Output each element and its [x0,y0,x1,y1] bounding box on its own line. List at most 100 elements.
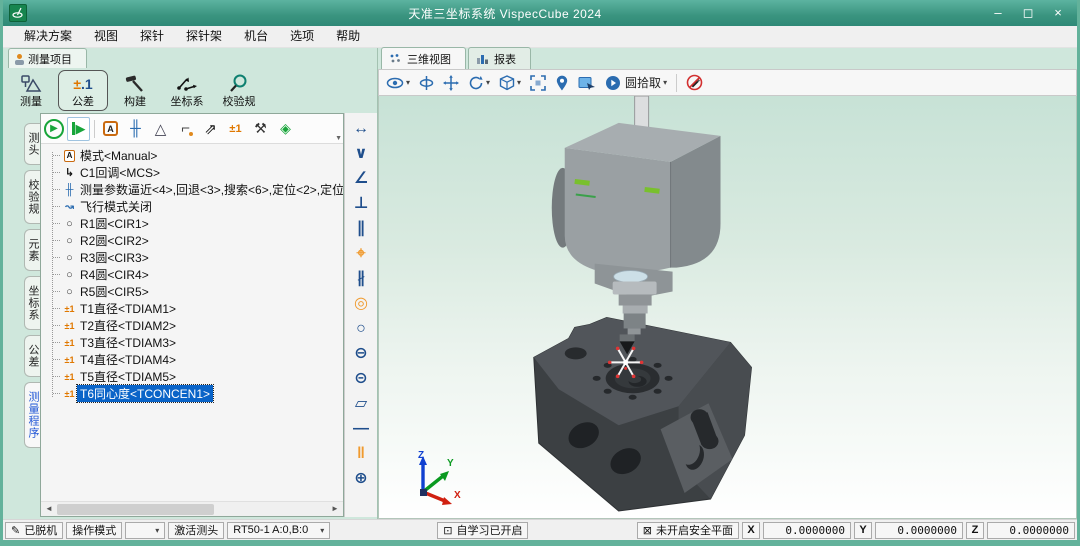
pan-button[interactable] [443,75,459,91]
tree-item[interactable]: ○ R2圆<CIR2> [46,232,343,249]
gauge-button[interactable]: 校验规 [214,70,264,111]
position-icon[interactable]: ⌖ [348,243,374,265]
side-tab[interactable]: 元素 [24,229,40,271]
operation-mode-select[interactable]: ▾ [125,522,165,539]
coordinate-button[interactable]: 坐标系 [162,70,212,111]
rect-point-icon[interactable]: ⌐ [174,117,197,141]
diameter-icon[interactable]: ⊖ [348,343,374,365]
target-icon[interactable]: ◈ [274,117,297,141]
view-cube-button[interactable]: ▾ [499,75,521,91]
self-learning-status: ⊡ 自学习已开启 [437,522,528,539]
construct-icon[interactable]: ⚒ [249,117,272,141]
tree-item[interactable]: ○ R3圆<CIR3> [46,249,343,266]
tolerance-icon[interactable]: ±1 [224,117,247,141]
distance-icon[interactable]: ↔ [348,118,374,140]
side-tab[interactable]: 坐标系 [24,276,40,330]
mode-icon[interactable]: A [99,117,122,141]
menu-item[interactable]: 探针 [129,26,175,47]
tree-item[interactable]: ○ R4圆<CIR4> [46,266,343,283]
disable-probe-button[interactable] [686,74,703,91]
menu-item[interactable]: 探针架 [175,26,233,47]
dropdown-arrow-icon[interactable]: ▾ [486,78,490,87]
tree-guide-line [52,152,53,397]
menu-item[interactable]: 帮助 [325,26,371,47]
locate-button[interactable] [555,75,569,91]
zoom-fit-button[interactable] [530,75,546,91]
run-icon[interactable]: ▶ [42,117,65,141]
tree-item[interactable]: ±1 T1直径<TDIAM1> [46,300,343,317]
menu-item[interactable]: 视图 [83,26,129,47]
circle-pick-button[interactable]: 圆拾取 ▾ [605,74,667,91]
side-tab[interactable]: 测量程序 [24,382,40,448]
v-profile-icon[interactable]: ∨ [348,143,374,165]
parallelism-icon[interactable]: ∥ [348,218,374,240]
tab-report[interactable]: 报表 [468,47,531,69]
tree-item[interactable]: ↳ C1回调<MCS> [46,164,343,181]
orbit-button[interactable] [419,75,434,91]
hammer-icon [124,74,146,95]
zoom-fit-icon [530,75,546,91]
coordinate-icon[interactable]: ⇗ [199,117,222,141]
straightness-icon[interactable]: — [348,418,374,440]
measure-button[interactable]: 测量 [6,70,56,111]
dropdown-arrow-icon[interactable]: ▾ [406,78,410,87]
active-probe-select[interactable]: RT50-1 A:0,B:0 ▾ [227,522,330,539]
capture-view-button[interactable] [578,76,596,90]
tree-item[interactable]: ±1 T3直径<TDIAM3> [46,334,343,351]
dropdown-arrow-icon: ▾ [320,526,324,535]
construct-button[interactable]: 构建 [110,70,160,111]
perpendicularity-icon[interactable]: ⊥ [348,193,374,215]
tree-item[interactable]: A 模式<Manual> [46,147,343,164]
menu-item[interactable]: 机台 [233,26,279,47]
total-runout-icon[interactable]: ⊕ [348,468,374,490]
side-tab[interactable]: 公差 [24,335,40,377]
dropdown-arrow-icon: ▾ [155,526,159,535]
scrollbar-thumb[interactable] [57,504,214,515]
tree-item[interactable]: ↝ 飞行模式关闭 [46,198,343,215]
tree-item-icon: ±1 [62,388,77,400]
coord-value: 0.0000000 [987,522,1075,539]
flatness-icon[interactable]: ▱ [348,393,374,415]
rotate-view-button[interactable]: ▾ [468,75,490,91]
tree-item[interactable]: ○ R5圆<CIR5> [46,283,343,300]
circularity-icon[interactable]: ○ [348,318,374,340]
toolbar-overflow-icon[interactable]: ▼ [335,135,342,142]
scroll-right-icon[interactable]: ► [327,502,343,516]
measure-icon[interactable]: △ [149,117,172,141]
minimize-button[interactable]: – [983,1,1013,25]
dropdown-arrow-icon[interactable]: ▾ [517,78,521,87]
symmetry-icon[interactable]: ‖ [348,443,374,465]
menu-bar: 解决方案视图探针探针架机台选项帮助 [3,26,1077,48]
angularity-icon[interactable]: ∦ [348,268,374,290]
params-icon[interactable]: ╫ [124,117,147,141]
side-tab[interactable]: 校验规 [24,170,40,224]
concentricity-icon[interactable]: ◎ [348,293,374,315]
tree-item[interactable]: ±1 T5直径<TDIAM5> [46,368,343,385]
scroll-left-icon[interactable]: ◄ [41,502,57,516]
toolbar-separator [676,74,677,92]
horizontal-scrollbar[interactable]: ◄ ► [41,501,343,516]
tree-item[interactable]: ○ R1圆<CIR1> [46,215,343,232]
tolerance-icon: ±.1 [73,74,92,95]
dropdown-arrow-icon[interactable]: ▾ [663,78,667,87]
tree-item[interactable]: ╫ 测量参数逼近<4>,回退<3>,搜索<6>,定位<2>,定位加<2>,测 [46,181,343,198]
maximize-button[interactable]: ◻ [1013,1,1043,25]
separator-icon[interactable] [92,117,97,141]
angle-icon[interactable]: ∠ [348,168,374,190]
menu-item[interactable]: 解决方案 [13,26,83,47]
tolerance-button[interactable]: ±.1 公差 [58,70,108,111]
close-button[interactable]: × [1043,1,1073,25]
menu-item[interactable]: 选项 [279,26,325,47]
tree-item[interactable]: ±1 T2直径<TDIAM2> [46,317,343,334]
offline-status: ✎ 已脱机 [5,522,63,539]
side-tab[interactable]: 测头 [24,123,40,165]
tab-3d-view[interactable]: 三维视图 [381,47,466,69]
tab-measurement-project[interactable]: 测量项目 [8,48,87,68]
coord-value: 0.0000000 [763,522,851,539]
visibility-button[interactable]: ▾ [386,76,410,90]
step-run-icon[interactable]: ▶ [67,117,90,141]
radius-icon[interactable]: ⊝ [348,368,374,390]
tree-item[interactable]: ±1 T4直径<TDIAM4> [46,351,343,368]
tree-item[interactable]: ±1 T6同心度<TCONCEN1> [46,385,343,402]
3d-viewport[interactable]: Z Y X [378,96,1077,519]
